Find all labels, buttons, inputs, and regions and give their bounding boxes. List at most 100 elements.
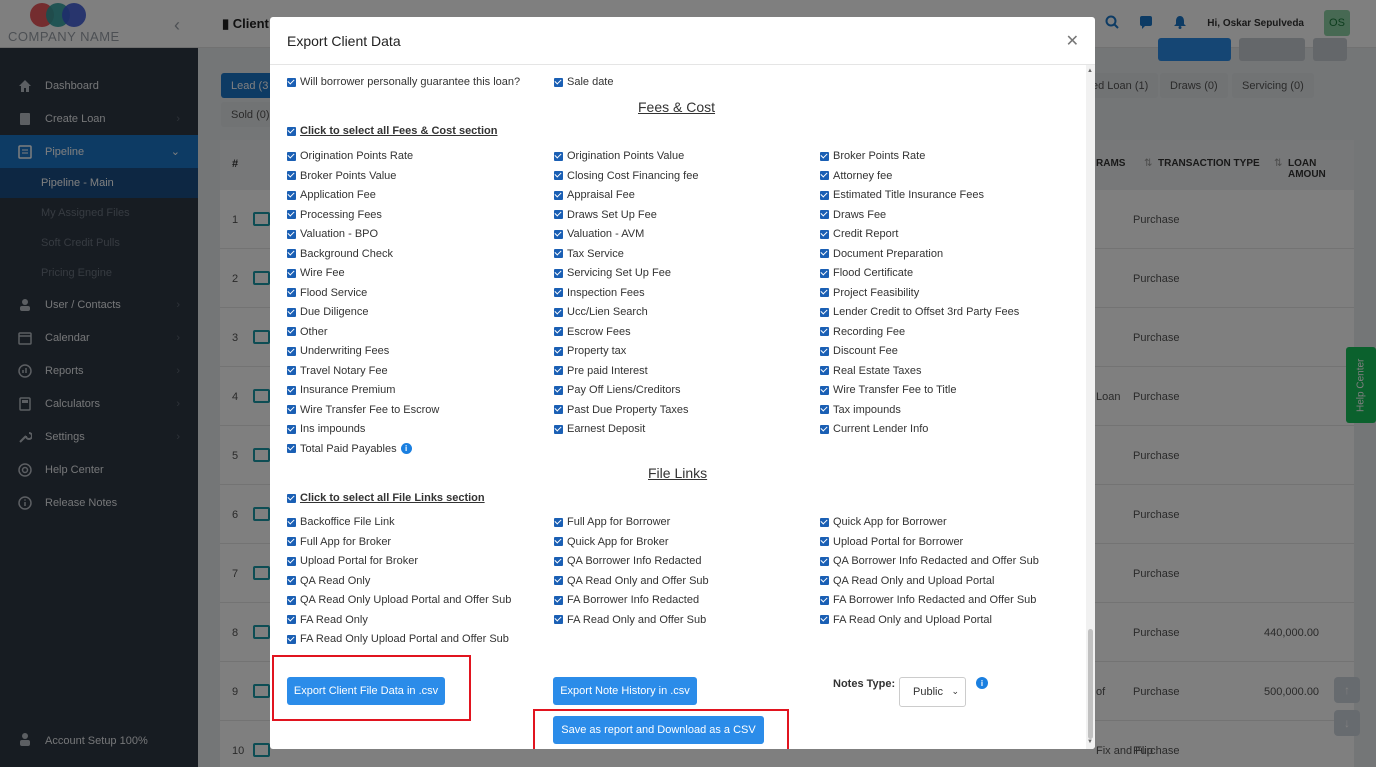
export-field-checkbox[interactable]: Current Lender Info (820, 423, 928, 435)
checkbox-checked[interactable] (820, 151, 829, 161)
checkbox-checked[interactable] (554, 615, 563, 624)
export-field-checkbox[interactable]: Property tax (554, 345, 626, 357)
export-client-file-csv-button[interactable]: Export Client File Data in .csv (287, 677, 445, 705)
select-all-fees-checkbox[interactable]: Click to select all Fees & Cost section (287, 125, 497, 137)
notes-type-select[interactable]: Public ⌄ (899, 677, 966, 707)
checkbox-checked[interactable] (554, 385, 563, 395)
export-field-checkbox[interactable]: Draws Fee (820, 209, 886, 221)
export-field-checkbox[interactable]: Flood Service (287, 287, 367, 299)
export-field-checkbox[interactable]: FA Read Only and Upload Portal (820, 614, 992, 626)
export-field-checkbox[interactable]: Backoffice File Link (287, 516, 395, 528)
checkbox-checked[interactable] (554, 537, 563, 546)
export-field-checkbox[interactable]: Servicing Set Up Fee (554, 267, 671, 279)
export-field-checkbox[interactable]: Discount Fee (820, 345, 898, 357)
checkbox-checked[interactable] (820, 576, 829, 585)
checkbox-checked[interactable] (554, 517, 563, 527)
checkbox-checked[interactable] (820, 424, 829, 434)
export-field-checkbox[interactable]: Flood Certificate (820, 267, 913, 279)
checkbox-checked[interactable] (287, 307, 296, 317)
checkbox-checked[interactable] (287, 366, 296, 375)
checkbox-checked[interactable] (554, 151, 563, 161)
checkbox-checked[interactable] (554, 556, 563, 566)
export-field-checkbox[interactable]: Application Fee (287, 189, 376, 201)
checkbox-checked[interactable] (287, 210, 296, 219)
checkbox-checked[interactable] (554, 171, 563, 180)
checkbox-checked[interactable] (820, 268, 829, 278)
scroll-down-icon[interactable]: ▼ (1087, 739, 1093, 745)
checkbox-checked[interactable] (554, 229, 563, 239)
checkbox-checked[interactable] (554, 595, 563, 605)
checkbox-checked[interactable] (554, 576, 563, 585)
checkbox-checked[interactable] (287, 517, 296, 527)
export-field-checkbox[interactable]: QA Read Only and Upload Portal (820, 575, 994, 587)
checkbox-checked[interactable] (820, 366, 829, 375)
checkbox-checked[interactable] (287, 405, 296, 414)
export-field-checkbox[interactable]: Origination Points Rate (287, 150, 413, 162)
export-field-checkbox[interactable]: Insurance Premium (287, 384, 395, 396)
save-report-download-csv-button[interactable]: Save as report and Download as a CSV (553, 716, 764, 744)
checkbox-checked[interactable] (820, 229, 829, 239)
checkbox-checked[interactable] (554, 307, 563, 317)
checkbox-checked[interactable] (287, 615, 296, 624)
checkbox-sale-date[interactable]: Sale date (554, 76, 613, 88)
export-field-checkbox[interactable]: QA Read Only Upload Portal and Offer Sub (287, 594, 511, 606)
checkbox-checked[interactable] (554, 405, 563, 414)
export-field-checkbox[interactable]: FA Read Only and Offer Sub (554, 614, 706, 626)
export-note-history-button[interactable]: Export Note History in .csv (553, 677, 697, 705)
export-field-checkbox[interactable]: Estimated Title Insurance Fees (820, 189, 984, 201)
export-field-checkbox[interactable]: Past Due Property Taxes (554, 404, 688, 416)
checkbox-checked[interactable] (820, 327, 829, 336)
checkbox-guarantee[interactable]: Will borrower personally guarantee this … (287, 76, 520, 88)
export-field-checkbox[interactable]: Total Paid Payables i (287, 443, 412, 455)
export-field-checkbox[interactable]: Project Feasibility (820, 287, 919, 299)
checkbox-checked[interactable] (820, 171, 829, 180)
checkbox-checked[interactable] (287, 171, 296, 180)
checkbox-checked[interactable] (287, 634, 296, 644)
export-field-checkbox[interactable]: Travel Notary Fee (287, 365, 388, 377)
checkbox-checked[interactable] (554, 268, 563, 278)
export-field-checkbox[interactable]: Valuation - BPO (287, 228, 378, 240)
checkbox-checked[interactable] (820, 595, 829, 605)
modal-scrollbar[interactable]: ▲ ▼ (1086, 65, 1095, 749)
checkbox-checked[interactable] (287, 424, 296, 434)
checkbox-checked[interactable] (287, 327, 296, 336)
checkbox-checked[interactable] (287, 249, 296, 258)
checkbox-checked[interactable] (287, 151, 296, 161)
export-field-checkbox[interactable]: Quick App for Borrower (820, 516, 947, 528)
checkbox-checked[interactable] (820, 615, 829, 624)
export-field-checkbox[interactable]: QA Borrower Info Redacted (554, 555, 702, 567)
export-field-checkbox[interactable]: Wire Transfer Fee to Escrow (287, 404, 439, 416)
export-field-checkbox[interactable]: QA Read Only and Offer Sub (554, 575, 709, 587)
export-field-checkbox[interactable]: Ins impounds (287, 423, 365, 435)
export-field-checkbox[interactable]: Full App for Borrower (554, 516, 670, 528)
info-icon[interactable]: i (976, 677, 988, 689)
export-field-checkbox[interactable]: Real Estate Taxes (820, 365, 921, 377)
export-field-checkbox[interactable]: FA Borrower Info Redacted (554, 594, 699, 606)
checkbox-checked[interactable] (820, 385, 829, 395)
checkbox-checked[interactable] (820, 190, 829, 200)
export-field-checkbox[interactable]: Background Check (287, 248, 393, 260)
export-field-checkbox[interactable]: Recording Fee (820, 326, 905, 338)
checkbox-checked[interactable] (287, 444, 296, 453)
export-field-checkbox[interactable]: QA Read Only (287, 575, 370, 587)
checkbox-checked[interactable] (554, 288, 563, 297)
export-field-checkbox[interactable]: Origination Points Value (554, 150, 684, 162)
export-field-checkbox[interactable]: Appraisal Fee (554, 189, 635, 201)
checkbox-checked[interactable] (287, 537, 296, 546)
checkbox-checked[interactable] (287, 576, 296, 585)
export-field-checkbox[interactable]: Due Diligence (287, 306, 368, 318)
close-icon[interactable]: ✕ (1066, 31, 1079, 51)
export-field-checkbox[interactable]: Credit Report (820, 228, 898, 240)
export-field-checkbox[interactable]: Tax Service (554, 248, 624, 260)
export-field-checkbox[interactable]: Full App for Broker (287, 536, 391, 548)
checkbox-checked[interactable] (287, 229, 296, 239)
export-field-checkbox[interactable]: Ucc/Lien Search (554, 306, 648, 318)
checkbox-checked[interactable] (820, 405, 829, 414)
checkbox-checked[interactable] (820, 210, 829, 219)
export-field-checkbox[interactable]: Wire Fee (287, 267, 345, 279)
checkbox-checked[interactable] (820, 249, 829, 258)
checkbox-checked[interactable] (820, 307, 829, 317)
checkbox-checked[interactable] (554, 190, 563, 200)
checkbox-checked[interactable] (287, 346, 296, 356)
export-field-checkbox[interactable]: Inspection Fees (554, 287, 645, 299)
